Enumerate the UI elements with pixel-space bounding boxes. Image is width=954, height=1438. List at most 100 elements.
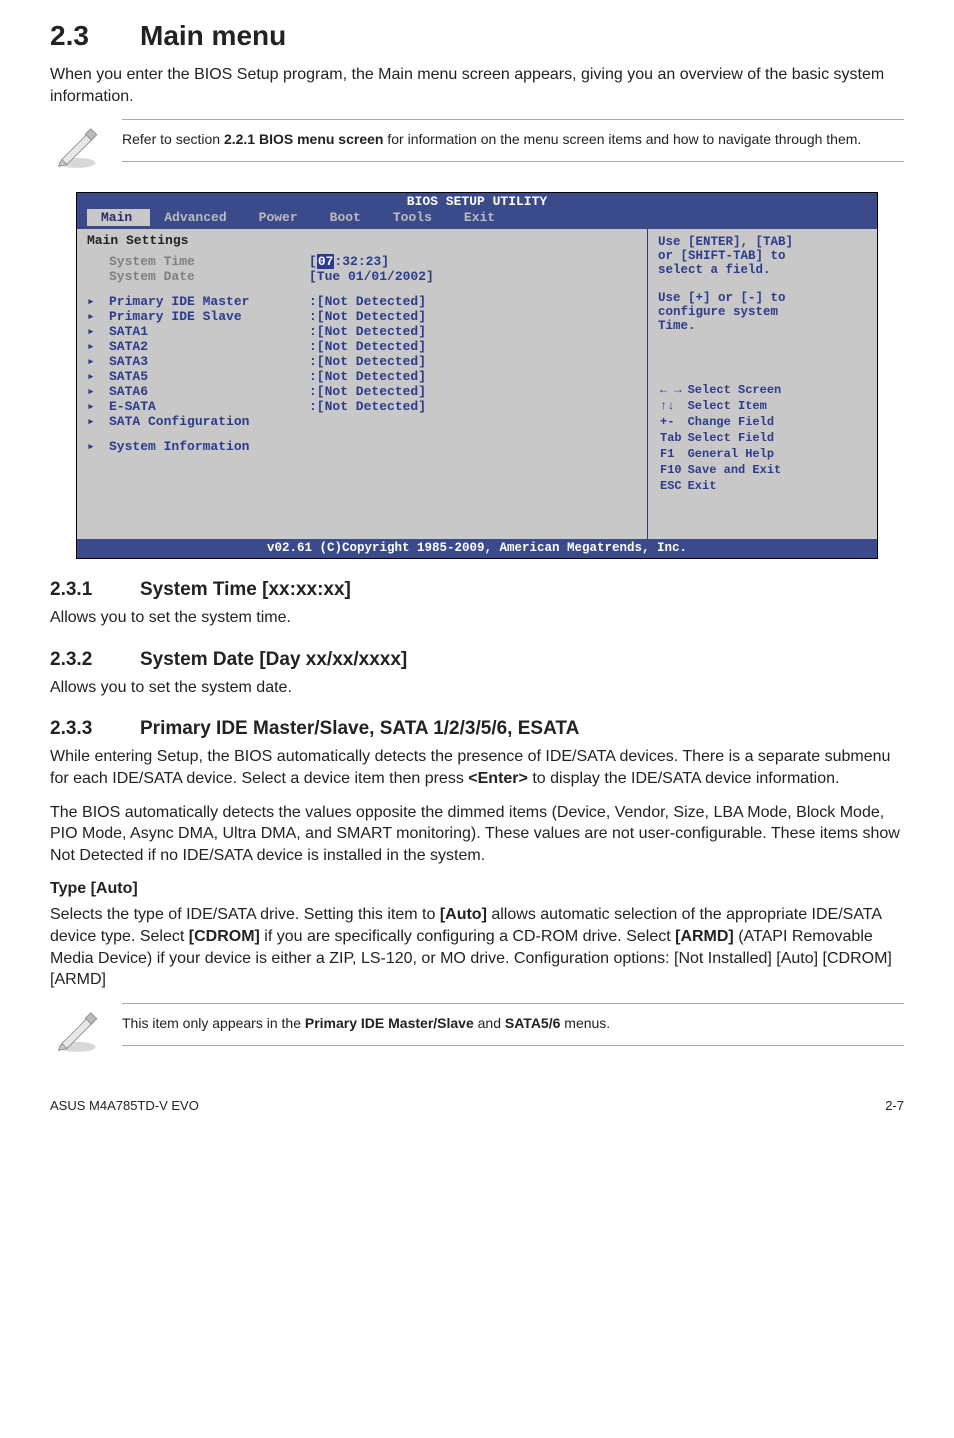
bios-row: ▸SATA1:[Not Detected] xyxy=(87,324,637,339)
heading-232-title: System Date [Day xx/xx/xxxx] xyxy=(140,649,407,670)
row-marker-icon: ▸ xyxy=(87,399,109,414)
row-marker-icon: ▸ xyxy=(87,354,109,369)
heading-232-num: 2.3.2 xyxy=(50,649,140,671)
bios-row: ▸E-SATA:[Not Detected] xyxy=(87,399,637,414)
body-type-e: if you are specifically configuring a CD… xyxy=(260,928,675,945)
intro-paragraph: When you enter the BIOS Setup program, t… xyxy=(50,64,904,107)
bios-nav-row: F1General Help xyxy=(660,447,785,461)
bios-nav-row: F10Save and Exit xyxy=(660,463,785,477)
body-type-a: Selects the type of IDE/SATA drive. Sett… xyxy=(50,906,440,923)
row-label: E-SATA xyxy=(109,399,309,414)
bios-tab-row: Main Advanced Power Boot Tools Exit xyxy=(77,209,877,229)
row-marker-icon: ▸ xyxy=(87,439,109,454)
bios-tab-power: Power xyxy=(245,209,316,226)
footer-left: ASUS M4A785TD-V EVO xyxy=(50,1098,199,1113)
pencil-icon xyxy=(50,119,104,178)
bios-row: ▸Primary IDE Master:[Not Detected] xyxy=(87,294,637,309)
row-value: :[Not Detected] xyxy=(309,384,426,399)
bios-nav-key: ← → xyxy=(660,383,686,397)
bios-row: ▸Primary IDE Slave:[Not Detected] xyxy=(87,309,637,324)
bios-tab-exit: Exit xyxy=(450,209,513,226)
bios-help-line: select a field. xyxy=(658,263,867,277)
bios-nav-key: F1 xyxy=(660,447,686,461)
row-value: :[Not Detected] xyxy=(309,369,426,384)
row-marker-icon xyxy=(87,269,109,284)
row-label: System Time xyxy=(109,254,309,269)
bios-nav-row: ↑↓Select Item xyxy=(660,399,785,413)
bios-main-heading: Main Settings xyxy=(87,233,188,248)
bios-tab-tools: Tools xyxy=(379,209,450,226)
bios-nav-key: ↑↓ xyxy=(660,399,686,413)
bios-row: System Date[Tue 01/01/2002] xyxy=(87,269,637,284)
bios-nav-key: Tab xyxy=(660,431,686,445)
body-233-p1-b: <Enter> xyxy=(468,770,528,787)
body-type-b: [Auto] xyxy=(440,906,487,923)
bios-help-line xyxy=(658,277,867,291)
row-value: [07:32:23] xyxy=(309,254,389,269)
body-type-f: [ARMD] xyxy=(675,928,734,945)
body-231: Allows you to set the system time. xyxy=(50,607,904,629)
row-label: SATA6 xyxy=(109,384,309,399)
row-marker-icon: ▸ xyxy=(87,324,109,339)
note-1: Refer to section 2.2.1 BIOS menu screen … xyxy=(50,119,904,178)
note-2-d: SATA5/6 xyxy=(505,1015,561,1031)
row-value: [Tue 01/01/2002] xyxy=(309,269,434,284)
note-2-a: This item only appears in the xyxy=(122,1015,305,1031)
bios-help-line: Use [ENTER], [TAB] xyxy=(658,235,867,249)
bios-footer: v02.61 (C)Copyright 1985-2009, American … xyxy=(77,539,877,558)
note-2-e: menus. xyxy=(560,1015,610,1031)
bios-nav-action: Select Item xyxy=(688,399,786,413)
bios-row: ▸System Information xyxy=(87,439,637,454)
note-1-text-b: 2.2.1 BIOS menu screen xyxy=(224,131,384,147)
row-label: SATA5 xyxy=(109,369,309,384)
bios-nav-action: Change Field xyxy=(688,415,786,429)
row-label: SATA2 xyxy=(109,339,309,354)
row-marker-icon: ▸ xyxy=(87,384,109,399)
row-marker-icon: ▸ xyxy=(87,369,109,384)
page-footer: ASUS M4A785TD-V EVO 2-7 xyxy=(50,1098,904,1113)
row-marker-icon: ▸ xyxy=(87,294,109,309)
bios-nav-row: TabSelect Field xyxy=(660,431,785,445)
bios-nav-action: Select Field xyxy=(688,431,786,445)
heading-231-num: 2.3.1 xyxy=(50,579,140,601)
note-2-text: This item only appears in the Primary ID… xyxy=(122,1014,904,1033)
bios-nav-key: +- xyxy=(660,415,686,429)
bios-nav-row: ← →Select Screen xyxy=(660,383,785,397)
bios-row: ▸SATA5:[Not Detected] xyxy=(87,369,637,384)
note-1-text-a: Refer to section xyxy=(122,131,224,147)
section-number: 2.3 xyxy=(50,20,140,52)
bios-nav-action: Select Screen xyxy=(688,383,786,397)
body-type-d: [CDROM] xyxy=(189,928,260,945)
bios-tab-boot: Boot xyxy=(316,209,379,226)
row-marker-icon: ▸ xyxy=(87,339,109,354)
section-heading: 2.3Main menu xyxy=(50,20,904,52)
row-label: SATA Configuration xyxy=(109,414,309,429)
heading-231: 2.3.1System Time [xx:xx:xx] xyxy=(50,579,904,601)
footer-right: 2-7 xyxy=(885,1098,904,1113)
bios-tab-main: Main xyxy=(87,209,150,226)
bios-rows: System Time[07:32:23]System Date[Tue 01/… xyxy=(87,254,637,454)
bios-side-panel: Use [ENTER], [TAB]or [SHIFT-TAB] toselec… xyxy=(647,229,877,539)
row-marker-icon: ▸ xyxy=(87,414,109,429)
bios-help-line: Time. xyxy=(658,319,867,333)
bios-nav-action: Exit xyxy=(688,479,786,493)
row-marker-icon xyxy=(87,254,109,269)
row-label: Primary IDE Master xyxy=(109,294,309,309)
bios-help-line: configure system xyxy=(658,305,867,319)
bios-nav-action: Save and Exit xyxy=(688,463,786,477)
heading-233-title: Primary IDE Master/Slave, SATA 1/2/3/5/6… xyxy=(140,718,579,739)
heading-232: 2.3.2System Date [Day xx/xx/xxxx] xyxy=(50,649,904,671)
bios-nav-row: +-Change Field xyxy=(660,415,785,429)
bios-row: System Time[07:32:23] xyxy=(87,254,637,269)
row-value: :[Not Detected] xyxy=(309,339,426,354)
bios-row: ▸SATA3:[Not Detected] xyxy=(87,354,637,369)
pencil-icon xyxy=(50,1003,104,1062)
bios-row: ▸SATA6:[Not Detected] xyxy=(87,384,637,399)
body-233-p1-c: to display the IDE/SATA device informati… xyxy=(528,770,840,787)
heading-231-title: System Time [xx:xx:xx] xyxy=(140,579,351,600)
section-title: Main menu xyxy=(140,20,286,51)
row-marker-icon: ▸ xyxy=(87,309,109,324)
row-value: :[Not Detected] xyxy=(309,399,426,414)
note-1-text: Refer to section 2.2.1 BIOS menu screen … xyxy=(122,130,904,149)
heading-type: Type [Auto] xyxy=(50,880,904,898)
